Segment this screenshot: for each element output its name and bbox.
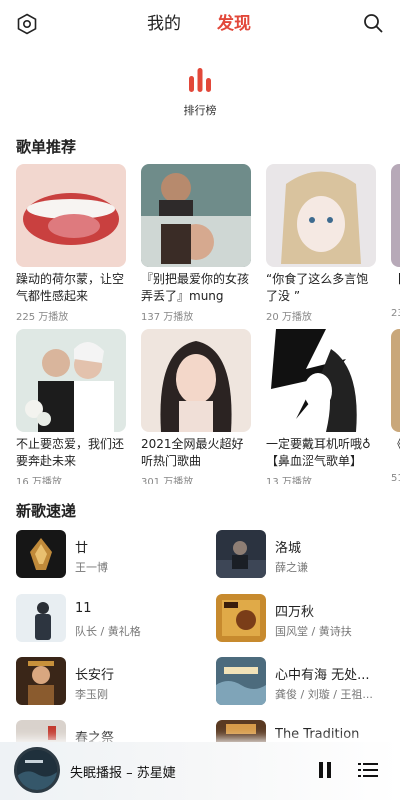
playlist-cover (16, 164, 126, 267)
playlist-plays: 16 万播放 (16, 477, 62, 484)
song-cover (16, 657, 66, 705)
playlist-plays: 225 万播放 (16, 312, 69, 323)
playlist-title: 【 (391, 271, 400, 305)
mini-player[interactable]: 失眠播报 – 苏星婕 (0, 742, 400, 800)
playlist-title: 《声 (391, 436, 400, 470)
song-artist: 薛之谦 (275, 561, 308, 574)
song-title: 11 (75, 601, 92, 616)
playlist-card[interactable]: 『别把最爱你的女孩弄丢了』mung 137 万播放 (141, 164, 251, 323)
ranking-bars-icon (189, 68, 211, 92)
song-item[interactable]: 11 队长 / 黄礼格 (16, 594, 196, 644)
ranking-label: 排行榜 (183, 104, 217, 117)
now-playing-cover[interactable] (14, 747, 60, 793)
song-artist: 王一博 (75, 561, 108, 574)
song-item[interactable]: 长安行 李玉刚 (16, 657, 196, 707)
playlist-card[interactable]: 不止要恋爱，我们还要奔赴未来 16 万播放 (16, 329, 126, 484)
playlist-grid: 躁动的荷尔蒙，让空气都性感起来 225 万播放 『别把最爱你的女孩弄丢了』mun… (16, 164, 400, 484)
playlist-cover (266, 329, 376, 432)
song-title: 洛城 (275, 541, 302, 556)
song-artist: 龚俊 / 刘璇 / 王祖... (275, 688, 373, 701)
playlist-icon[interactable] (358, 762, 378, 778)
playlist-plays: 13 万播放 (266, 477, 312, 484)
playlist-card[interactable]: 2021全网最火超好听热门歌曲 301 万播放 (141, 329, 251, 484)
song-title: 廿 (75, 541, 89, 556)
playlist-cover (141, 164, 251, 267)
tab-mine[interactable]: 我的 (147, 13, 181, 35)
top-bar: 我的 发现 (0, 0, 400, 46)
playlist-cover (391, 329, 400, 432)
settings-hexagon-icon[interactable] (16, 13, 38, 35)
playlist-card[interactable]: 《声 51 (391, 329, 400, 484)
now-playing-title: 失眠播报 – 苏星婕 (70, 766, 176, 781)
playlist-title: 不止要恋爱，我们还要奔赴未来 (16, 437, 125, 468)
playlist-title: 『别把最爱你的女孩弄丢了』mung (141, 272, 250, 303)
song-cover (16, 594, 66, 642)
playlist-card[interactable]: “你食了这么多言饱了没 ” 20 万播放 (266, 164, 376, 323)
song-cover (216, 530, 266, 578)
playlist-cover (391, 164, 400, 267)
playlist-plays: 20 万播放 (266, 312, 312, 323)
song-artist: 李玉刚 (75, 688, 108, 701)
playlist-plays: 23 (391, 308, 400, 319)
song-item[interactable]: 廿 王一博 (16, 530, 196, 580)
song-title: 心中有海 无处... (275, 668, 370, 683)
playlist-cover (16, 329, 126, 432)
song-cover (216, 594, 266, 642)
playlist-title: “你食了这么多言饱了没 ” (266, 272, 369, 303)
search-icon[interactable] (362, 12, 384, 34)
playlist-plays: 301 万播放 (141, 477, 194, 484)
playlist-card[interactable]: 一定要戴耳机听哦♁【鼻血涩气歌单】 13 万播放 (266, 329, 376, 484)
song-cover (216, 657, 266, 705)
tab-discover[interactable]: 发现 (217, 13, 251, 35)
song-artist: 队长 / 黄礼格 (75, 625, 141, 638)
playlist-card[interactable]: 【 23 (391, 164, 400, 319)
song-item[interactable]: 心中有海 无处... 龚俊 / 刘璇 / 王祖... (216, 657, 396, 707)
playlist-plays: 51 (391, 473, 400, 484)
playlist-plays: 137 万播放 (141, 312, 194, 323)
playlist-cover (141, 329, 251, 432)
song-item[interactable]: 四万秋 国风堂 / 黄诗扶 (216, 594, 396, 644)
song-item[interactable]: 洛城 薛之谦 (216, 530, 396, 580)
section-title-new-songs: 新歌速递 (16, 502, 77, 520)
song-cover (16, 530, 66, 578)
playlist-title: 躁动的荷尔蒙，让空气都性感起来 (16, 272, 125, 303)
playlist-cover (266, 164, 376, 267)
song-artist: 国风堂 / 黄诗扶 (275, 625, 352, 638)
playlist-title: 2021全网最火超好听热门歌曲 (141, 437, 244, 468)
pause-icon[interactable] (318, 762, 332, 778)
section-title-playlists: 歌单推荐 (16, 138, 77, 156)
playlist-card[interactable]: 躁动的荷尔蒙，让空气都性感起来 225 万播放 (16, 164, 126, 323)
song-title: The Tradition (275, 727, 360, 742)
playlist-title: 一定要戴耳机听哦♁【鼻血涩气歌单】 (266, 437, 371, 468)
song-title: 长安行 (75, 668, 115, 683)
song-title: 四万秋 (275, 605, 315, 620)
